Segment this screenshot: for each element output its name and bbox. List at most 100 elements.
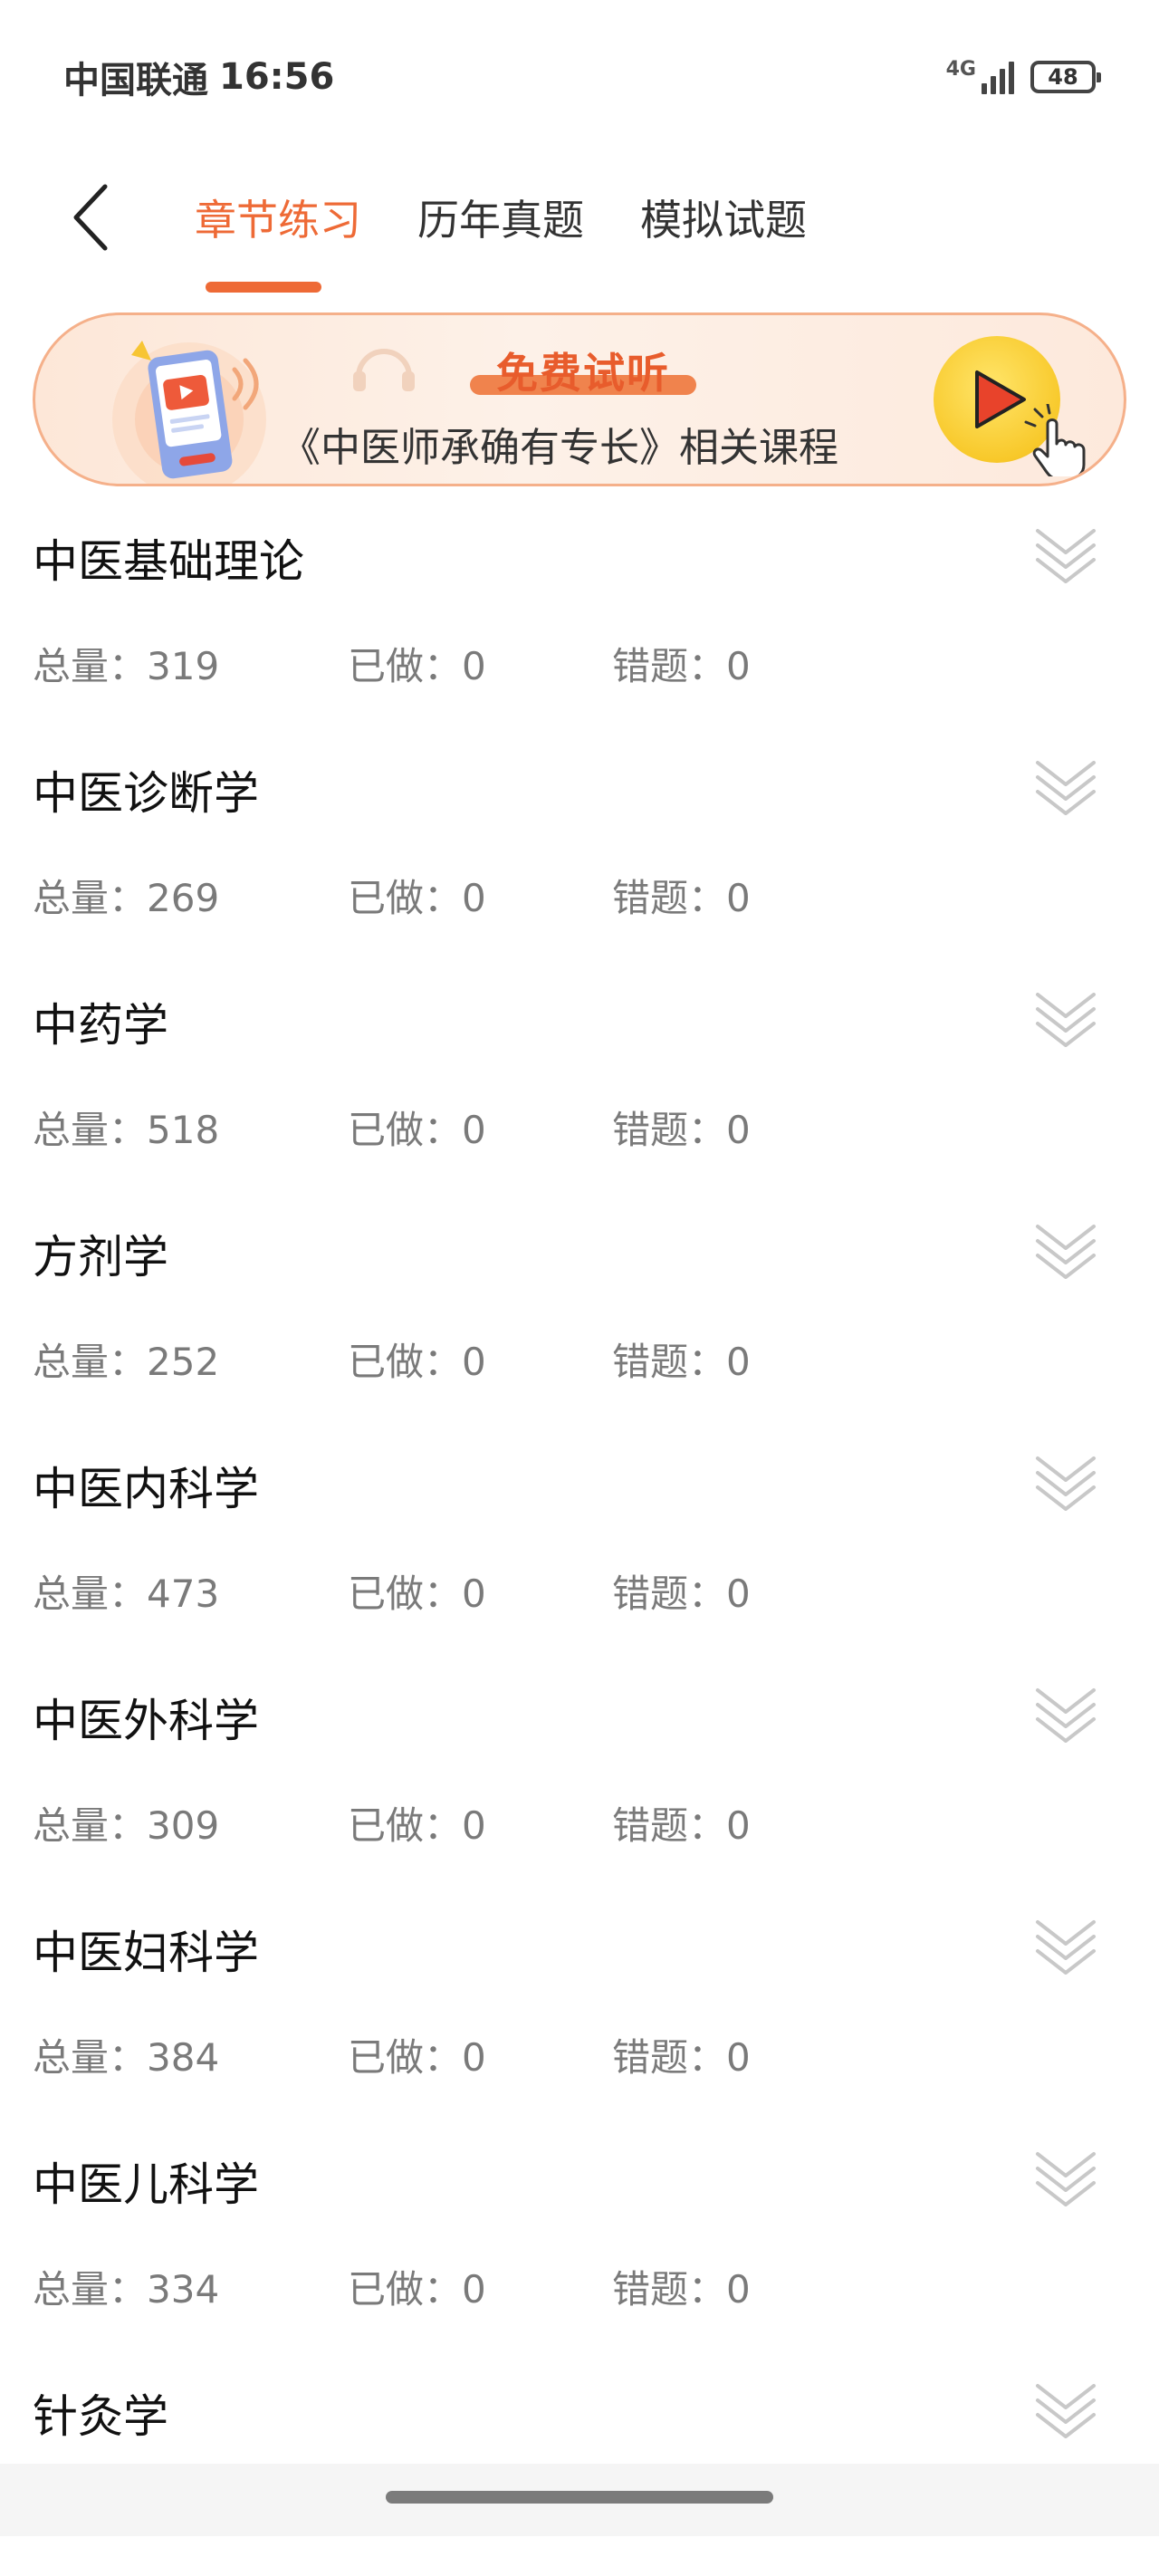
stat-total: 总量：319 [33,636,348,691]
chapter-stats: 总量：518 已做：0 错题： 0 [33,1100,751,1155]
network-type: 4G [945,58,976,81]
chapter-item[interactable]: 针灸学 [0,2344,1159,2576]
wrong-value: 0 [726,2035,751,2080]
chapter-title: 中医外科学 [33,1695,259,1747]
double-chevron-down-icon[interactable] [1034,2371,1097,2444]
chapter-item[interactable]: 中医妇科学 总量：384 已做：0 错题：0 [0,1880,1159,2112]
stat-wrong: 错题：0 [612,2259,751,2314]
headphones-icon [353,349,415,391]
stat-done: 已做：0 [348,1331,612,1387]
play-icon [975,370,1026,428]
tab-label: 模拟试题 [640,196,807,245]
double-chevron-down-icon[interactable] [1034,1908,1097,1980]
total-label: 总量： [33,644,148,688]
chapter-stats: 总量：269 已做：0 错题：0 [33,868,751,923]
chapter-item[interactable]: 中医诊断学 总量：269 已做：0 错题：0 [0,721,1159,953]
total-label: 总量： [33,1340,148,1384]
back-button[interactable] [63,172,118,263]
stat-total: 总量：309 [33,1795,348,1850]
total-value: 473 [147,1572,220,1616]
tab-mock-exams[interactable]: 模拟试题 [640,187,807,247]
wrong-label: 错题： [612,2267,727,2312]
free-trial-tag: 免费试听 [470,341,696,399]
stat-done: 已做：0 [348,1563,612,1619]
wrong-label: 错题： [612,1572,727,1616]
tab-label: 章节练习 [195,196,361,245]
stat-done: 已做：0 [348,868,612,923]
done-label: 已做： [348,876,463,920]
status-right: 4G 48 [945,58,1101,94]
stat-total: 总量：384 [33,2027,348,2082]
wrong-value: 0 [726,1572,751,1616]
done-value: 0 [462,644,486,688]
chapter-item[interactable]: 中药学 总量：518 已做：0 错题： 0 [0,953,1159,1185]
chapter-title: 中药学 [33,999,168,1052]
done-value: 0 [462,1340,486,1384]
stat-total: 总量：252 [33,1331,348,1387]
battery-icon: 48 [1030,61,1101,93]
chapter-item[interactable]: 中医外科学 总量：309 已做：0 错题：0 [0,1648,1159,1880]
wrong-label: 错题： [612,1340,727,1384]
free-trial-label: 免费试听 [496,349,670,398]
tab-past-exams[interactable]: 历年真题 [417,187,584,247]
chapter-item[interactable]: 中医基础理论 总量：319 已做：0 错题：0 [0,489,1159,721]
tab-chapter-practice[interactable]: 章节练习 [195,187,361,293]
done-value: 0 [462,2035,486,2080]
total-value: 252 [147,1340,220,1384]
wrong-value: 0 [726,644,751,688]
double-chevron-down-icon[interactable] [1034,1212,1097,1284]
chevron-left-icon [73,184,108,251]
stat-wrong: 错题：0 [612,2027,751,2082]
stat-done: 已做：0 [348,636,612,691]
total-value: 518 [147,1108,220,1152]
chapter-item[interactable]: 中医内科学 总量：473 已做：0 错题：0 [0,1417,1159,1648]
chapter-stats: 总量：473 已做：0 错题：0 [33,1563,751,1619]
chapter-stats: 总量：334 已做：0 错题：0 [33,2259,751,2314]
done-label: 已做： [348,1340,463,1384]
clock: 16:56 [219,56,335,98]
status-left: 中国联通 16:56 [63,51,334,103]
double-chevron-down-icon[interactable] [1034,980,1097,1053]
stat-wrong: 错题：0 [612,868,751,923]
done-label: 已做： [348,1803,463,1848]
total-value: 384 [147,2035,220,2080]
header: 章节练习 历年真题 模拟试题 [0,154,1159,293]
done-value: 0 [462,1572,486,1616]
total-label: 总量： [33,2035,148,2080]
total-label: 总量： [33,1108,148,1152]
stat-done: 已做：0 [348,2259,612,2314]
stat-wrong: 错题：0 [612,1795,751,1850]
chapter-item[interactable]: 中医儿科学 总量：334 已做：0 错题：0 [0,2112,1159,2344]
chapter-item[interactable]: 方剂学 总量：252 已做：0 错题：0 [0,1185,1159,1417]
done-value: 0 [462,1108,486,1152]
done-label: 已做： [348,2035,463,2080]
wrong-label: 错题： [612,1108,727,1152]
home-indicator[interactable] [386,2491,773,2504]
wrong-label: 错题： [612,2035,727,2080]
chapter-title: 针灸学 [33,2390,168,2443]
chapter-title: 中医妇科学 [33,1927,259,1979]
wrong-value: 0 [726,876,751,920]
chapter-title: 中医儿科学 [33,2158,259,2211]
done-label: 已做： [348,1108,463,1152]
free-trial-banner[interactable]: 免费试听 《中医师承确有专长》相关课程 [33,312,1126,486]
double-chevron-down-icon[interactable] [1034,748,1097,821]
total-label: 总量： [33,1803,148,1848]
double-chevron-down-icon[interactable] [1034,1444,1097,1516]
tab-bar: 章节练习 历年真题 模拟试题 [195,172,807,293]
double-chevron-down-icon[interactable] [1034,516,1097,589]
carrier-name: 中国联通 [63,60,208,101]
double-chevron-down-icon[interactable] [1034,1676,1097,1748]
stat-total: 总量：269 [33,868,348,923]
wrong-label: 错题： [612,644,727,688]
total-value: 309 [147,1803,220,1848]
stat-done: 已做：0 [348,1100,612,1155]
active-tab-indicator [206,282,321,293]
chapter-list: 中医基础理论 总量：319 已做：0 错题：0 中医诊断学 总量：269 已做：… [0,489,1159,2576]
chapter-title: 中医内科学 [33,1463,259,1515]
wrong-value: 0 [726,1340,751,1384]
stat-done: 已做：0 [348,2027,612,2082]
chapter-title: 中医基础理论 [33,535,304,588]
double-chevron-down-icon[interactable] [1034,2139,1097,2212]
done-label: 已做： [348,2267,463,2312]
